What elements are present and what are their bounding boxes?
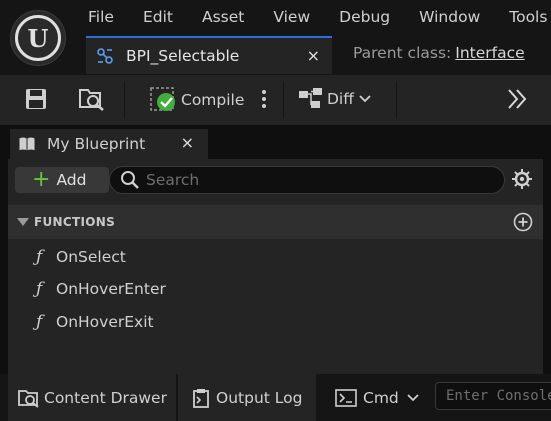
my-blueprint-tab-label: My Blueprint (47, 135, 146, 153)
more-vertical-icon (262, 90, 266, 108)
search-icon (121, 171, 139, 189)
cmd-dropdown[interactable]: Cmd (318, 374, 428, 421)
title-bar: U File Edit Asset View Debug Window Tool… (0, 0, 551, 75)
content-drawer-button[interactable]: Content Drawer (8, 374, 176, 421)
status-bar: Content Drawer Output Log Cmd (0, 374, 551, 421)
chevron-down-icon (359, 95, 371, 103)
function-label: OnHoverExit (56, 313, 154, 331)
parent-class-label: Parent class: (353, 44, 452, 62)
gear-icon[interactable] (511, 168, 533, 190)
browse-button[interactable] (78, 86, 106, 112)
double-chevron-right-icon (508, 89, 527, 109)
output-log-icon (193, 388, 209, 408)
unreal-logo-icon[interactable]: U (10, 10, 66, 66)
parent-class: Parent class: Interface (353, 44, 525, 62)
plus-icon: + (32, 167, 51, 192)
menu-asset[interactable]: Asset (202, 8, 244, 30)
add-button[interactable]: + Add (15, 167, 109, 193)
triangle-down-icon (17, 218, 29, 226)
terminal-icon (335, 388, 357, 407)
document-tab-label: BPI_Selectable (126, 47, 240, 65)
content-drawer-icon (18, 389, 39, 408)
diff-icon (299, 88, 322, 108)
toolbar-separator (124, 81, 125, 119)
my-blueprint-panel: My Blueprint × + Add Search FUNCTIONS ƒ … (8, 125, 543, 374)
my-blueprint-body: + Add FUNCTIO (8, 159, 543, 374)
search-input[interactable] (146, 171, 486, 189)
function-icon: ƒ (36, 312, 43, 332)
compile-label: Compile (181, 91, 245, 109)
close-icon[interactable]: × (181, 133, 194, 152)
function-item-onhoverenter[interactable]: ƒ OnHoverEnter (36, 277, 166, 301)
function-item-onhoverexit[interactable]: ƒ OnHoverExit (36, 310, 154, 334)
function-item-onselect[interactable]: ƒ OnSelect (36, 245, 126, 269)
browse-folder-icon (79, 89, 104, 111)
blueprint-interface-icon (94, 45, 116, 67)
save-icon (26, 89, 46, 109)
output-log-label: Output Log (216, 388, 303, 407)
chevron-down-icon (407, 393, 419, 401)
functions-section-label: FUNCTIONS (34, 215, 116, 229)
functions-section-header[interactable]: FUNCTIONS (8, 205, 543, 239)
save-button[interactable] (24, 87, 48, 111)
my-blueprint-tab[interactable]: My Blueprint × (10, 129, 208, 159)
output-log-button[interactable]: Output Log (178, 374, 316, 421)
menu-file[interactable]: File (88, 8, 114, 30)
compile-options-button[interactable] (259, 89, 269, 109)
cmd-label: Cmd (363, 388, 399, 407)
menu-bar: File Edit Asset View Debug Window Tools (88, 8, 551, 30)
toolbar-separator (396, 81, 397, 119)
add-function-icon[interactable] (513, 212, 533, 232)
parent-class-link[interactable]: Interface (455, 44, 524, 62)
close-icon[interactable]: × (307, 46, 320, 65)
toolbar-separator (283, 81, 284, 119)
content-drawer-label: Content Drawer (44, 388, 167, 407)
diff-label: Diff (327, 90, 354, 108)
function-label: OnHoverEnter (56, 280, 166, 298)
menu-edit[interactable]: Edit (143, 8, 173, 30)
compile-button[interactable]: Compile (150, 87, 244, 113)
search-box (109, 166, 505, 194)
console-command-input[interactable] (435, 382, 551, 410)
document-tab[interactable]: BPI_Selectable × (86, 36, 332, 74)
panel-tab-strip: My Blueprint × (8, 125, 543, 159)
menu-window[interactable]: Window (419, 8, 480, 30)
add-label: Add (56, 171, 87, 189)
menu-tools[interactable]: Tools (509, 8, 547, 30)
function-icon: ƒ (36, 247, 43, 267)
menu-view[interactable]: View (273, 8, 310, 30)
toolbar: Compile Diff (0, 75, 551, 125)
diff-button[interactable]: Diff (298, 87, 371, 111)
function-icon: ƒ (36, 279, 43, 299)
compile-status-icon (150, 87, 175, 111)
book-icon (18, 136, 36, 152)
toolbar-overflow-button[interactable] (506, 88, 528, 110)
menu-debug[interactable]: Debug (339, 8, 390, 30)
function-label: OnSelect (56, 248, 126, 266)
